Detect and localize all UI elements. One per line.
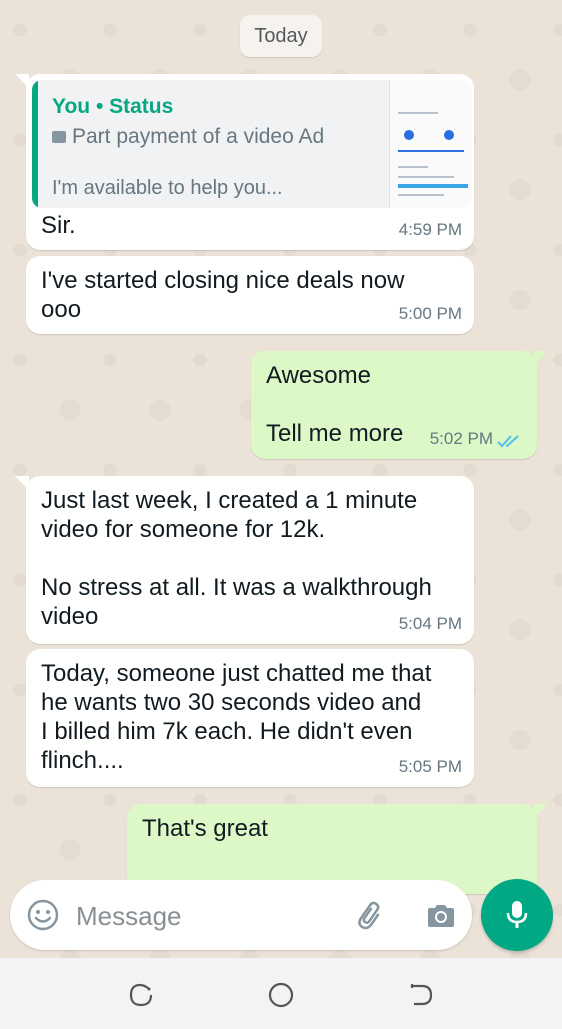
message-time: 5:00 PM	[398, 304, 462, 323]
message-bubble[interactable]: Today, someone just chatted me that he w…	[26, 649, 474, 787]
message-bubble[interactable]: You • Status Part payment of a video Ad …	[15, 74, 474, 250]
message-text: I've started closing nice deals now ooo	[41, 267, 405, 323]
quoted-status[interactable]: You • Status Part payment of a video Ad …	[32, 80, 472, 208]
message-time: 5:05 PM	[398, 757, 462, 776]
message-bubble[interactable]: I've started closing nice deals now ooo …	[26, 256, 474, 334]
quote-caption-text: Part payment of a video Ad	[72, 125, 325, 148]
message-text: That's great	[142, 815, 268, 842]
message-bubble[interactable]: Just last week, I created a 1 minute vid…	[15, 476, 474, 644]
message-text: Today, someone just chatted me that he w…	[41, 660, 432, 774]
quote-caption: Part payment of a video Ad	[52, 122, 324, 151]
message-input[interactable]	[74, 894, 338, 938]
message-bubble[interactable]: Awesome Tell me more 5:02 PM	[251, 351, 548, 459]
read-ticks-icon	[497, 435, 519, 448]
attach-icon[interactable]	[354, 898, 388, 932]
home-icon[interactable]	[266, 980, 296, 1010]
message-time: 5:02 PM	[429, 429, 493, 448]
camera-icon[interactable]	[424, 899, 458, 933]
recent-apps-icon[interactable]	[126, 980, 156, 1010]
message-text: Awesome Tell me more	[266, 362, 404, 447]
system-navigation-bar	[0, 958, 562, 1029]
message-text: Just last week, I created a 1 minute vid…	[41, 487, 432, 630]
message-text: Sir.	[41, 212, 76, 239]
message-time: 4:59 PM	[398, 220, 462, 239]
message-time: 5:04 PM	[398, 614, 462, 633]
image-icon	[52, 130, 66, 143]
emoji-icon[interactable]	[26, 898, 60, 932]
quote-author: You • Status	[52, 95, 174, 118]
back-icon[interactable]	[406, 980, 436, 1010]
voice-message-button[interactable]	[481, 879, 553, 951]
quote-preview: I'm available to help you...	[52, 177, 283, 199]
message-composer	[10, 880, 472, 950]
status-thumbnail	[389, 80, 472, 208]
date-chip: Today	[240, 15, 322, 57]
mic-icon	[506, 901, 528, 928]
quote-accent-bar	[32, 80, 38, 208]
